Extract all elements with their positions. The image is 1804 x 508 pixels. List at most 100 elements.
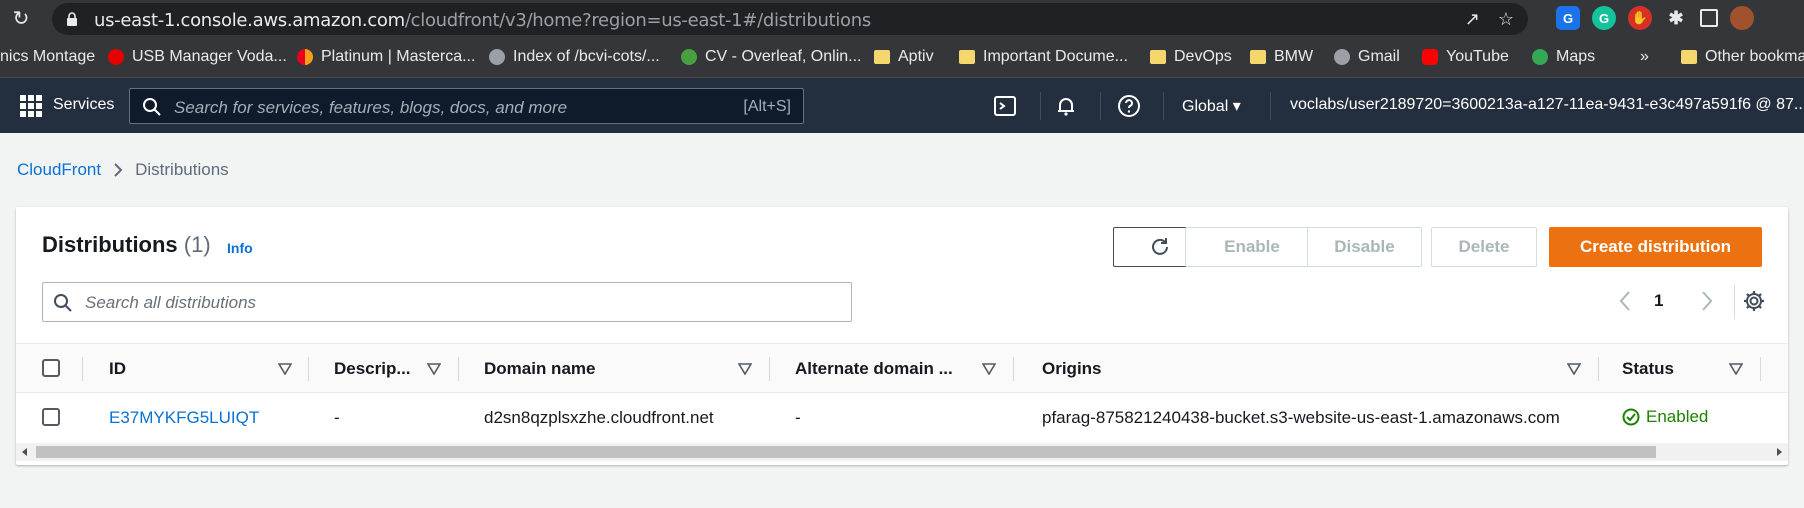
bookmark-item[interactable]: DevOps — [1150, 48, 1232, 66]
extensions-puzzle-icon[interactable]: ✱ — [1664, 6, 1688, 30]
chevron-right-icon — [114, 163, 123, 177]
url-path: /cloudfront/v3/home?region=us-east-1#/di… — [404, 10, 871, 31]
column-header-domain-name[interactable]: Domain name — [484, 359, 595, 379]
bookmark-item[interactable]: Platinum | Masterca... — [297, 48, 475, 66]
url-field[interactable]: us-east-1.console.aws.amazon.com/cloudfr… — [52, 3, 1528, 35]
bookmark-item[interactable]: Important Docume... — [959, 48, 1128, 66]
distribution-count: (1) — [183, 232, 211, 257]
maps-icon — [1532, 49, 1548, 65]
next-page-icon[interactable] — [1700, 290, 1714, 312]
bookmark-item[interactable]: Index of /bcvi-cots/... — [489, 48, 660, 66]
table-row: E37MYKFG5LUIQT - d2sn8qzplsxzhe.cloudfro… — [16, 393, 1788, 443]
search-placeholder: Search for services, features, blogs, do… — [174, 98, 568, 117]
sort-caret-icon[interactable] — [1729, 363, 1743, 375]
bookmark-item[interactable]: CV - Overleaf, Onlin... — [681, 48, 862, 66]
horizontal-scrollbar[interactable] — [16, 443, 1788, 461]
sort-caret-icon[interactable] — [427, 363, 441, 375]
bookmarks-bar: nics Montage USB Manager Voda... Platinu… — [0, 38, 1804, 78]
status-badge: Enabled — [1622, 407, 1708, 427]
column-header-id[interactable]: ID — [109, 359, 126, 379]
overleaf-icon — [681, 49, 697, 65]
services-grid-icon[interactable] — [20, 95, 42, 117]
globe-icon — [489, 49, 505, 65]
share-icon[interactable]: ↗ — [1465, 9, 1480, 30]
bookmarks-overflow[interactable]: » — [1640, 48, 1649, 66]
row-checkbox[interactable] — [42, 408, 60, 426]
browser-address-bar: ↻ us-east-1.console.aws.amazon.com/cloud… — [0, 0, 1804, 38]
distributions-panel: Distributions (1) Info Enable Disable De… — [16, 207, 1788, 465]
help-icon[interactable] — [1117, 94, 1141, 118]
scroll-right-arrow-icon[interactable] — [1774, 447, 1784, 457]
page-title: Distributions (1) — [42, 232, 211, 257]
search-placeholder: Search all distributions — [85, 293, 257, 312]
bookmark-item[interactable]: Maps — [1532, 48, 1595, 66]
folder-icon — [1681, 50, 1697, 64]
cell-alternate-domain: - — [795, 408, 801, 427]
folder-icon — [874, 50, 890, 64]
info-link[interactable]: Info — [227, 240, 253, 256]
gear-icon[interactable] — [1742, 289, 1766, 313]
distribution-id-link[interactable]: E37MYKFG5LUIQT — [109, 408, 259, 428]
adblock-extension-icon[interactable]: ✋ — [1628, 6, 1652, 30]
lock-icon — [67, 12, 77, 26]
notifications-bell-icon[interactable] — [1054, 94, 1078, 118]
sort-caret-icon[interactable] — [278, 363, 292, 375]
account-menu[interactable]: voclabs/user2189720=3600213a-a127-11ea-9… — [1290, 96, 1804, 114]
bookmark-item[interactable]: YouTube — [1422, 48, 1509, 66]
search-shortcut: [Alt+S] — [743, 98, 791, 115]
breadcrumb-cloudfront[interactable]: CloudFront — [17, 160, 101, 180]
aws-search-input[interactable]: Search for services, features, blogs, do… — [129, 88, 804, 124]
profile-avatar[interactable] — [1730, 6, 1754, 30]
cell-domain-name: d2sn8qzplsxzhe.cloudfront.net — [484, 408, 714, 427]
status-text: Enabled — [1646, 407, 1709, 426]
distributions-search-input[interactable]: Search all distributions — [42, 282, 852, 322]
translate-extension-icon[interactable]: G — [1556, 6, 1580, 30]
folder-icon — [1250, 50, 1266, 64]
region-selector[interactable]: Global ▾ — [1182, 96, 1241, 116]
services-menu[interactable]: Services — [53, 96, 114, 114]
cell-origins: pfarag-875821240438-bucket.s3-website-us… — [1042, 408, 1560, 427]
folder-icon — [959, 50, 975, 64]
previous-page-icon[interactable] — [1618, 290, 1632, 312]
folder-icon — [1150, 50, 1166, 64]
bookmark-item[interactable]: BMW — [1250, 48, 1313, 66]
youtube-icon — [1422, 49, 1438, 65]
mastercard-icon — [297, 49, 313, 65]
bookmark-item[interactable]: USB Manager Voda... — [108, 48, 287, 66]
delete-button[interactable]: Delete — [1431, 227, 1537, 267]
bookmark-item[interactable]: Gmail — [1334, 48, 1400, 66]
cloudshell-icon[interactable] — [993, 94, 1017, 118]
check-circle-icon — [1622, 408, 1640, 426]
bookmark-item[interactable]: Other bookmarks — [1681, 48, 1804, 66]
bookmark-star-icon[interactable]: ☆ — [1498, 9, 1514, 30]
cell-description: - — [334, 408, 340, 427]
create-distribution-button[interactable]: Create distribution — [1549, 227, 1762, 267]
column-header-alternate-domain[interactable]: Alternate domain ... — [795, 359, 953, 379]
bookmark-item[interactable]: nics Montage — [0, 48, 95, 66]
select-all-checkbox[interactable] — [42, 359, 60, 377]
column-header-description[interactable]: Descrip... — [334, 359, 411, 379]
bookmark-item[interactable]: Aptiv — [874, 48, 934, 66]
url-text: us-east-1.console.aws.amazon.com/cloudfr… — [94, 10, 871, 31]
refresh-icon — [1152, 238, 1168, 255]
table-header: ID Descrip... Domain name Alternate doma… — [16, 343, 1788, 393]
column-header-status[interactable]: Status — [1622, 359, 1674, 379]
url-host: us-east-1.console.aws.amazon.com — [94, 10, 405, 31]
breadcrumb-current: Distributions — [135, 160, 229, 179]
column-header-origins[interactable]: Origins — [1042, 359, 1102, 379]
sort-caret-icon[interactable] — [982, 363, 996, 375]
reload-icon[interactable]: ↻ — [10, 8, 32, 30]
grammarly-extension-icon[interactable]: G — [1592, 6, 1616, 30]
enable-button[interactable]: Enable — [1185, 227, 1319, 267]
side-panel-icon[interactable] — [1700, 9, 1718, 27]
gmail-icon — [1334, 49, 1350, 65]
disable-button[interactable]: Disable — [1307, 227, 1422, 267]
search-icon — [143, 98, 161, 116]
scroll-left-arrow-icon[interactable] — [20, 447, 30, 457]
breadcrumb: CloudFront Distributions — [17, 160, 229, 180]
page-number[interactable]: 1 — [1654, 291, 1663, 311]
sort-caret-icon[interactable] — [1567, 363, 1581, 375]
vodafone-icon — [108, 49, 124, 65]
scrollbar-thumb[interactable] — [36, 446, 1656, 458]
sort-caret-icon[interactable] — [738, 363, 752, 375]
